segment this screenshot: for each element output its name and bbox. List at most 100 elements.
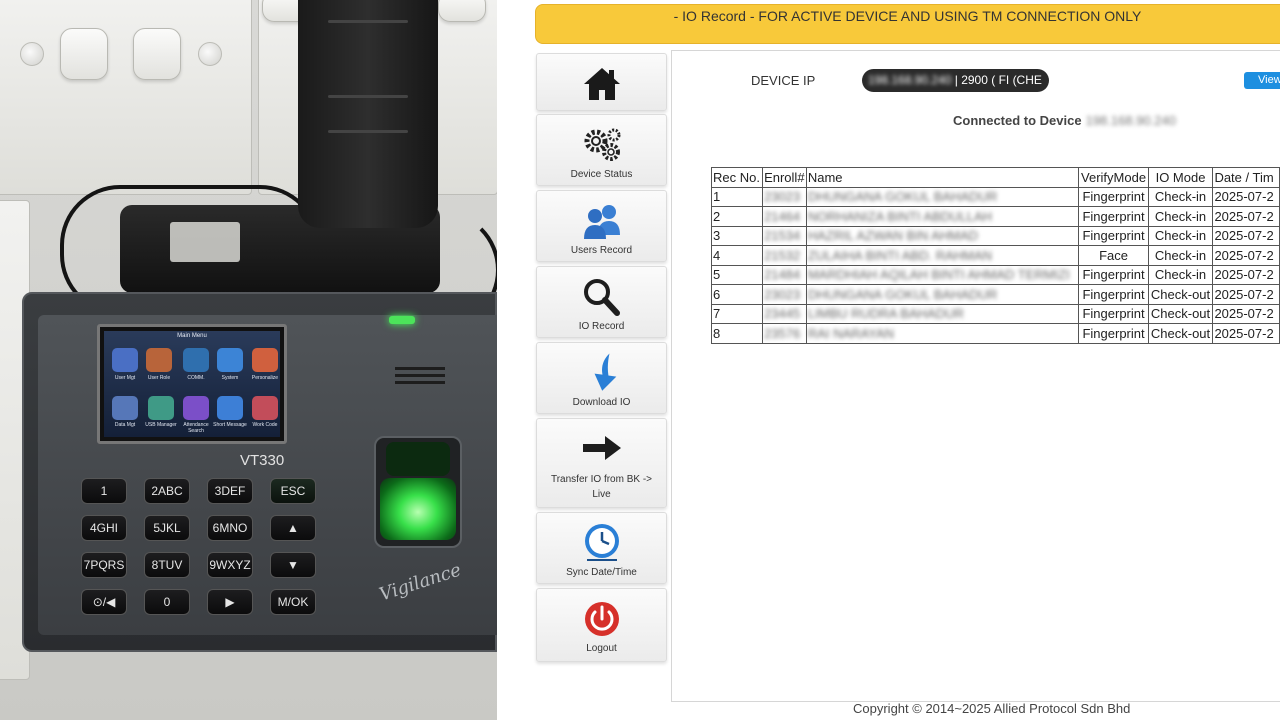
cell-io-mode: Check-out	[1147, 284, 1214, 305]
sidebar-item-device-status[interactable]: Device Status	[536, 114, 667, 186]
gears-icon	[584, 128, 620, 161]
keypad-key: ESC	[270, 478, 316, 504]
column-header-verify-mode: VerifyMode	[1078, 167, 1149, 188]
table-row: 4 21532 ZULAIHA BINTI ABD. RAHMAN Face C…	[710, 245, 1280, 266]
cell-enroll-value: 21532	[764, 247, 801, 263]
main-content-panel	[671, 50, 1280, 702]
cell-name: RAI NARAYAN	[805, 323, 1080, 344]
cell-enroll: 21464	[762, 206, 807, 227]
work-code-icon	[252, 396, 278, 420]
keypad-key: M/OK	[270, 589, 316, 615]
keypad-key: 8TUV	[144, 552, 190, 578]
sidebar-item-label: Sync Date/Time	[566, 567, 637, 578]
cell-io-mode: Check-in	[1147, 225, 1214, 246]
sidebar-item-label: Device Status	[570, 169, 633, 180]
cell-enroll: 21534	[762, 225, 807, 246]
user-role-icon	[146, 348, 172, 372]
column-header-name: Name	[805, 167, 1080, 188]
lcd-label: COMM.	[187, 375, 205, 381]
table-row: 8 23576 RAI NARAYAN Fingerprint Check-ou…	[710, 323, 1280, 344]
sidebar-item-label: Logout	[586, 643, 617, 654]
cell-date-time: 2025-07-2	[1212, 323, 1280, 344]
wall-switch	[133, 28, 181, 80]
cell-io-mode: Check-out	[1147, 303, 1214, 324]
cell-verify-mode: Fingerprint	[1078, 264, 1149, 285]
cell-verify-mode: Fingerprint	[1078, 303, 1149, 324]
sidebar-item-transfer-io[interactable]: Transfer IO from BK -> Live	[536, 418, 667, 508]
keypad-key: 3DEF	[207, 478, 253, 504]
cell-date-time: 2025-07-2	[1212, 245, 1280, 266]
device-ip-select[interactable]: 198.168.90.240 | 2900 ( FI (CHE	[862, 69, 1049, 92]
cell-name-value: RAI NARAYAN	[807, 325, 895, 341]
column-header-rec-no: Rec No.	[710, 167, 764, 188]
io-record-table: Rec No. Enroll# Name VerifyMode IO Mode …	[710, 167, 1280, 344]
keypad-key: 1	[81, 478, 127, 504]
sidebar-item-home[interactable]	[536, 53, 667, 111]
sidebar-item-users-record[interactable]: Users Record	[536, 190, 667, 262]
cell-name: LIMBU RUDRA BAHADUR	[805, 303, 1080, 324]
table-row: 7 23445 LIMBU RUDRA BAHADUR Fingerprint …	[710, 303, 1280, 324]
table-row: 6 23023 DHUNGANA GOKUL BAHADUR Fingerpri…	[710, 284, 1280, 305]
cell-rec-no: 8	[710, 323, 764, 344]
cell-name-value: DHUNGANA GOKUL BAHADUR	[807, 189, 998, 205]
right-arrow-icon	[582, 436, 621, 460]
cell-io-mode: Check-out	[1147, 323, 1214, 344]
cell-enroll: 21532	[762, 245, 807, 266]
clock-icon	[584, 524, 619, 561]
keypad-key: 9WXYZ	[207, 552, 253, 578]
cell-rec-no: 1	[710, 186, 764, 207]
keypad-key: 7PQRS	[81, 552, 127, 578]
cell-name: DHUNGANA GOKUL BAHADUR	[805, 186, 1080, 207]
cell-date-time: 2025-07-2	[1212, 206, 1280, 227]
column-header-io-mode: IO Mode	[1147, 167, 1214, 188]
speaker-grille	[395, 367, 445, 370]
cell-enroll: 23576	[762, 323, 807, 344]
lcd-label: System	[221, 375, 239, 381]
device-ip-suffix: | 2900 ( FI (CHE	[951, 73, 1042, 87]
adapter-vent	[328, 130, 408, 133]
home-icon	[583, 68, 620, 100]
keypad-key: 0	[144, 589, 190, 615]
sidebar-item-download-io[interactable]: Download IO	[536, 342, 667, 414]
lcd-label: Data Mgt	[114, 422, 136, 428]
cell-name-value: ZULAIHA BINTI ABD. RAHMAN	[807, 247, 993, 263]
cell-verify-mode: Face	[1078, 245, 1149, 266]
cell-enroll-value: 21464	[764, 208, 801, 224]
copyright-footer: Copyright © 2014~2025 Allied Protocol Sd…	[853, 701, 1131, 716]
cell-enroll: 23023	[762, 186, 807, 207]
adapter-vent	[328, 20, 408, 23]
cell-name: NORHANIZA BINTI ABDULLAH	[805, 206, 1080, 227]
sidebar-item-io-record[interactable]: IO Record	[536, 266, 667, 338]
speaker-grille	[395, 374, 445, 377]
cell-enroll-value: 23576	[764, 325, 801, 341]
personalize-icon	[252, 348, 278, 372]
table-row: 2 21464 NORHANIZA BINTI ABDULLAH Fingerp…	[710, 206, 1280, 227]
cell-date-time: 2025-07-2	[1212, 186, 1280, 207]
view-button[interactable]: View	[1244, 72, 1280, 89]
sidebar-item-logout[interactable]: Logout	[536, 588, 667, 662]
table-header-row: Rec No. Enroll# Name VerifyMode IO Mode …	[710, 167, 1280, 188]
connected-label: Connected to Device	[953, 113, 1082, 128]
cell-enroll-value: 23023	[764, 189, 801, 205]
magnifier-icon	[583, 279, 620, 316]
cell-rec-no: 2	[710, 206, 764, 227]
cell-date-time: 2025-07-2	[1212, 264, 1280, 285]
cell-name: ZULAIHA BINTI ABD. RAHMAN	[805, 245, 1080, 266]
wall-switch	[60, 28, 108, 80]
sidebar-item-sync-date-time[interactable]: Sync Date/Time	[536, 512, 667, 584]
cell-name-value: LIMBU RUDRA BAHADUR	[807, 306, 964, 322]
sidebar-item-label: IO Record	[578, 321, 625, 332]
lcd-label: Attendance Search	[183, 422, 209, 434]
cell-verify-mode: Fingerprint	[1078, 284, 1149, 305]
cell-io-mode: Check-in	[1147, 206, 1214, 227]
cell-enroll-value: 23445	[764, 306, 801, 322]
cell-verify-mode: Fingerprint	[1078, 323, 1149, 344]
cell-name: HAZRIL AZWAN BIN AHMAD	[805, 225, 1080, 246]
cell-date-time: 2025-07-2	[1212, 225, 1280, 246]
fingerprint-sensor-glow	[380, 478, 456, 540]
sidebar-item-label: Download IO	[572, 397, 631, 408]
cell-rec-no: 6	[710, 284, 764, 305]
wall-switch	[438, 0, 486, 22]
cell-enroll-value: 21484	[764, 267, 801, 283]
cell-rec-no: 4	[710, 245, 764, 266]
